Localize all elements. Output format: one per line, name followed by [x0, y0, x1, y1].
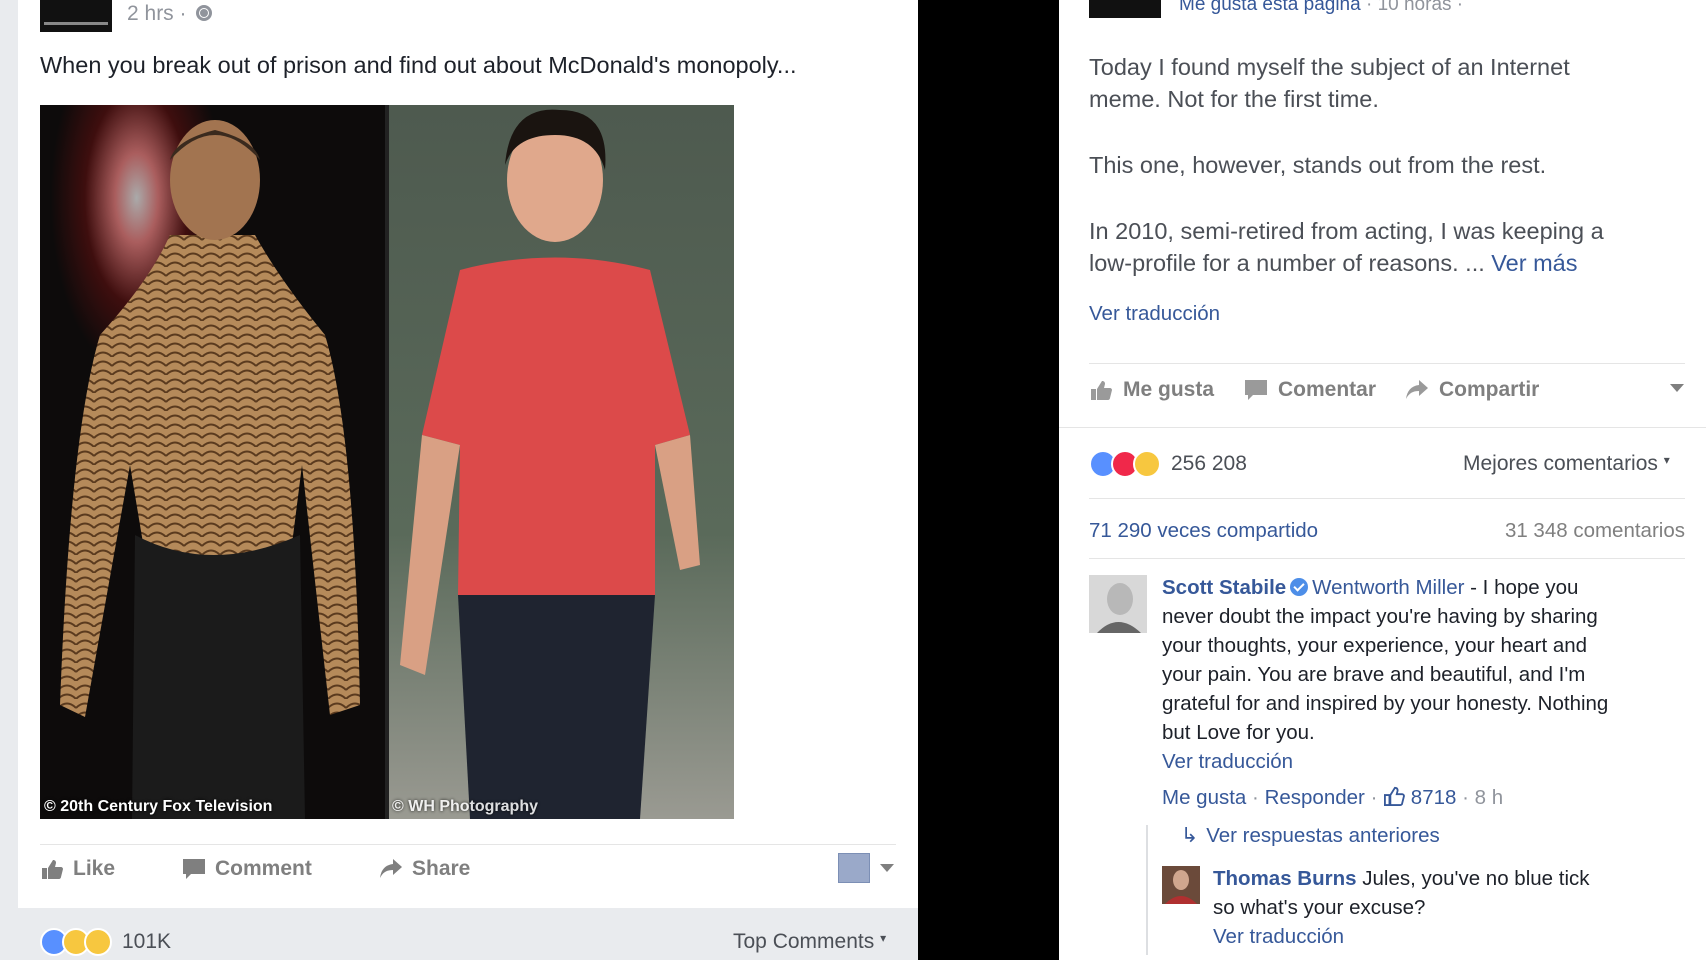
comment-line: grateful for and inspired by your honest… [1162, 692, 1609, 715]
reaction-selector-avatar[interactable] [838, 853, 870, 883]
comments-divider [1089, 558, 1685, 559]
like-page-link[interactable]: Me gusta esta página [1179, 0, 1361, 15]
page-avatar[interactable] [1089, 0, 1161, 18]
post-text-line-1: Today I found myself the subject of an I… [1089, 54, 1570, 80]
right-post-card: Me gusta esta página · 10 horas · Today … [1059, 0, 1706, 960]
like-button[interactable]: Me gusta [1089, 378, 1214, 402]
post-time[interactable]: · 10 horas · [1366, 0, 1463, 15]
comment-sort-dropdown[interactable]: Top Comments ▾ [733, 930, 886, 954]
comment-time[interactable]: · 8 h [1462, 786, 1503, 809]
comment-reply-link[interactable]: Responder [1265, 786, 1365, 809]
reply-thread-line [1146, 825, 1148, 955]
like-button[interactable]: Like [40, 857, 115, 881]
action-divider-top [1089, 363, 1685, 364]
left-post-card: 2 hrs · When you break out of prison and… [18, 0, 918, 960]
like-icon [42, 860, 63, 879]
sort-label: Top Comments [733, 930, 875, 953]
meme-image [40, 105, 734, 819]
share-icon [380, 859, 402, 878]
translate-link[interactable]: Ver traducción [1089, 302, 1220, 326]
share-button[interactable]: Compartir [1405, 378, 1539, 402]
post-time[interactable]: 2 hrs · [127, 2, 187, 25]
reply-arrow-icon: ↳ [1181, 824, 1199, 847]
translate-link[interactable]: Ver traducción [1162, 747, 1692, 776]
previous-replies-link[interactable]: ↳ Ver respuestas anteriores [1181, 821, 1440, 850]
post-photo[interactable]: © 20th Century Fox Television © WH Photo… [40, 105, 734, 819]
comment-button[interactable]: Comment [182, 857, 312, 881]
wow-reaction-icon [84, 928, 112, 956]
separator: · [1252, 786, 1259, 809]
page-avatar[interactable] [40, 0, 112, 32]
like-icon [1384, 786, 1406, 806]
comment-line: Jules, you've no blue tick [1362, 867, 1590, 890]
comments-count[interactable]: 31 348 comentarios [1505, 519, 1685, 543]
commenter-avatar[interactable] [1162, 866, 1200, 904]
comment-line: - I hope you [1470, 576, 1579, 599]
page-background-strip [0, 0, 18, 960]
share-icon [1406, 380, 1428, 399]
chevron-down-icon[interactable] [1670, 384, 1684, 392]
comment-actions: Me gusta · Responder · 8718 · 8 h [1162, 783, 1692, 812]
comment-line: your pain. You are brave and beautiful, … [1162, 663, 1586, 686]
mention-link[interactable]: Wentworth Miller [1312, 576, 1464, 599]
comment-scott: Scott Stabile Wentworth Miller - I hope y… [1162, 573, 1692, 812]
comment-icon [1245, 380, 1267, 400]
action-divider-top [40, 844, 896, 845]
chevron-down-icon: ▾ [1663, 453, 1670, 467]
post-text-line-4: In 2010, semi-retired from acting, I was… [1089, 218, 1604, 244]
comment-label: Comment [215, 857, 312, 880]
chevron-down-icon[interactable] [880, 864, 894, 872]
previous-replies-label: Ver respuestas anteriores [1206, 824, 1440, 847]
comment-line: so what's your excuse? [1213, 896, 1426, 919]
photo-credit-right: © WH Photography [392, 798, 538, 815]
separator: · [1370, 786, 1378, 809]
comment-sort-dropdown[interactable]: Mejores comentarios ▾ [1463, 452, 1670, 476]
reactions-summary[interactable]: 256 208 [1089, 450, 1247, 478]
like-label: Like [73, 857, 116, 880]
like-icon [1091, 381, 1112, 400]
post-text-line-3: This one, however, stands out from the r… [1089, 152, 1547, 178]
comment-button[interactable]: Comentar [1244, 378, 1376, 402]
stats-divider [1089, 498, 1685, 499]
comment-label: Comentar [1278, 378, 1377, 401]
reaction-count: 101K [122, 930, 172, 953]
comment-line: your thoughts, your experience, your hea… [1162, 634, 1588, 657]
comment-line: never doubt the impact you're having by … [1162, 605, 1598, 628]
share-button[interactable]: Share [379, 857, 470, 881]
sad-reaction-icon [1133, 450, 1161, 478]
comment-like-count[interactable]: 8718 [1411, 786, 1457, 809]
comment-line: but Love for you. [1162, 721, 1315, 744]
sort-label: Mejores comentarios [1463, 452, 1658, 475]
post-text-line-2: meme. Not for the first time. [1089, 86, 1379, 112]
post-meta: 2 hrs · [127, 2, 213, 26]
commenter-avatar[interactable] [1089, 575, 1147, 633]
verified-icon [1290, 578, 1309, 596]
comment-like-link[interactable]: Me gusta [1162, 786, 1246, 809]
comment-author[interactable]: Thomas Burns [1213, 867, 1357, 890]
post-text-line-5-text: low-profile for a number of reasons. ... [1089, 250, 1485, 276]
share-label: Share [412, 857, 471, 880]
post-meta: Me gusta esta página · 10 horas · [1179, 0, 1463, 16]
globe-icon [196, 5, 213, 21]
reactions-divider [1059, 427, 1706, 428]
post-text: When you break out of prison and find ou… [40, 52, 797, 78]
chevron-down-icon: ▾ [880, 931, 887, 945]
reactions-summary[interactable]: 101K [40, 928, 171, 956]
post-text-line-5: low-profile for a number of reasons. ...… [1089, 247, 1578, 279]
like-label: Me gusta [1123, 378, 1215, 401]
shares-count[interactable]: 71 290 veces compartido [1089, 519, 1318, 543]
comment-thomas: Thomas Burns Jules, you've no blue tick … [1213, 864, 1590, 951]
comment-icon [183, 859, 205, 879]
see-more-link[interactable]: Ver más [1491, 250, 1577, 276]
photo-credit-left: © 20th Century Fox Television [44, 798, 273, 815]
translate-link[interactable]: Ver traducción [1213, 922, 1590, 951]
share-label: Compartir [1439, 378, 1540, 401]
reaction-count: 256 208 [1171, 452, 1247, 475]
comment-author[interactable]: Scott Stabile [1162, 576, 1286, 599]
